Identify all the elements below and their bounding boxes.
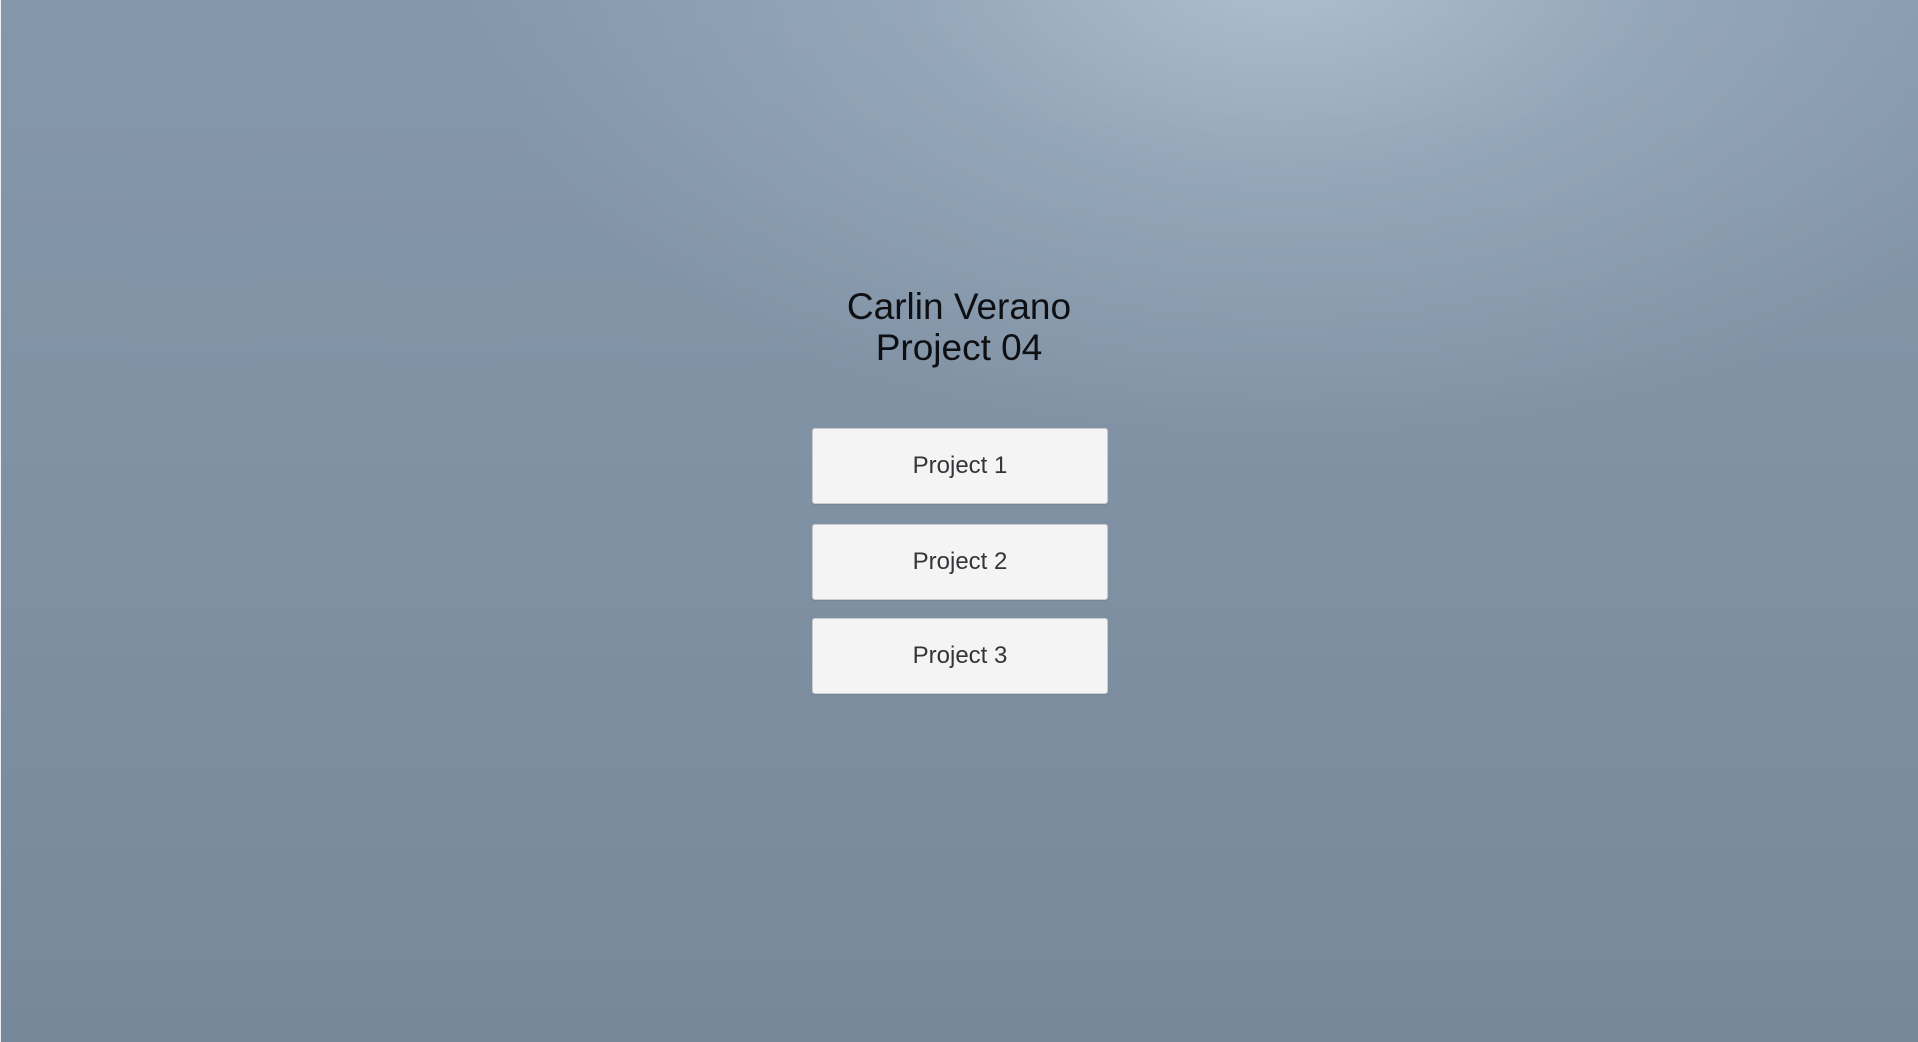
project-menu: Project 1 Project 2 Project 3	[812, 428, 1108, 694]
project-3-button[interactable]: Project 3	[812, 618, 1108, 694]
project-2-label: Project 2	[912, 548, 1008, 575]
project-1-label: Project 1	[912, 452, 1008, 479]
project-1-button[interactable]: Project 1	[812, 428, 1108, 504]
page-title: Carlin Verano Project 04	[0, 286, 1918, 368]
project-3-label: Project 3	[912, 642, 1008, 669]
window-left-edge	[0, 0, 1, 1042]
project-2-button[interactable]: Project 2	[812, 524, 1108, 600]
project-title: Project 04	[875, 327, 1043, 368]
author-name: Carlin Verano	[846, 286, 1072, 327]
